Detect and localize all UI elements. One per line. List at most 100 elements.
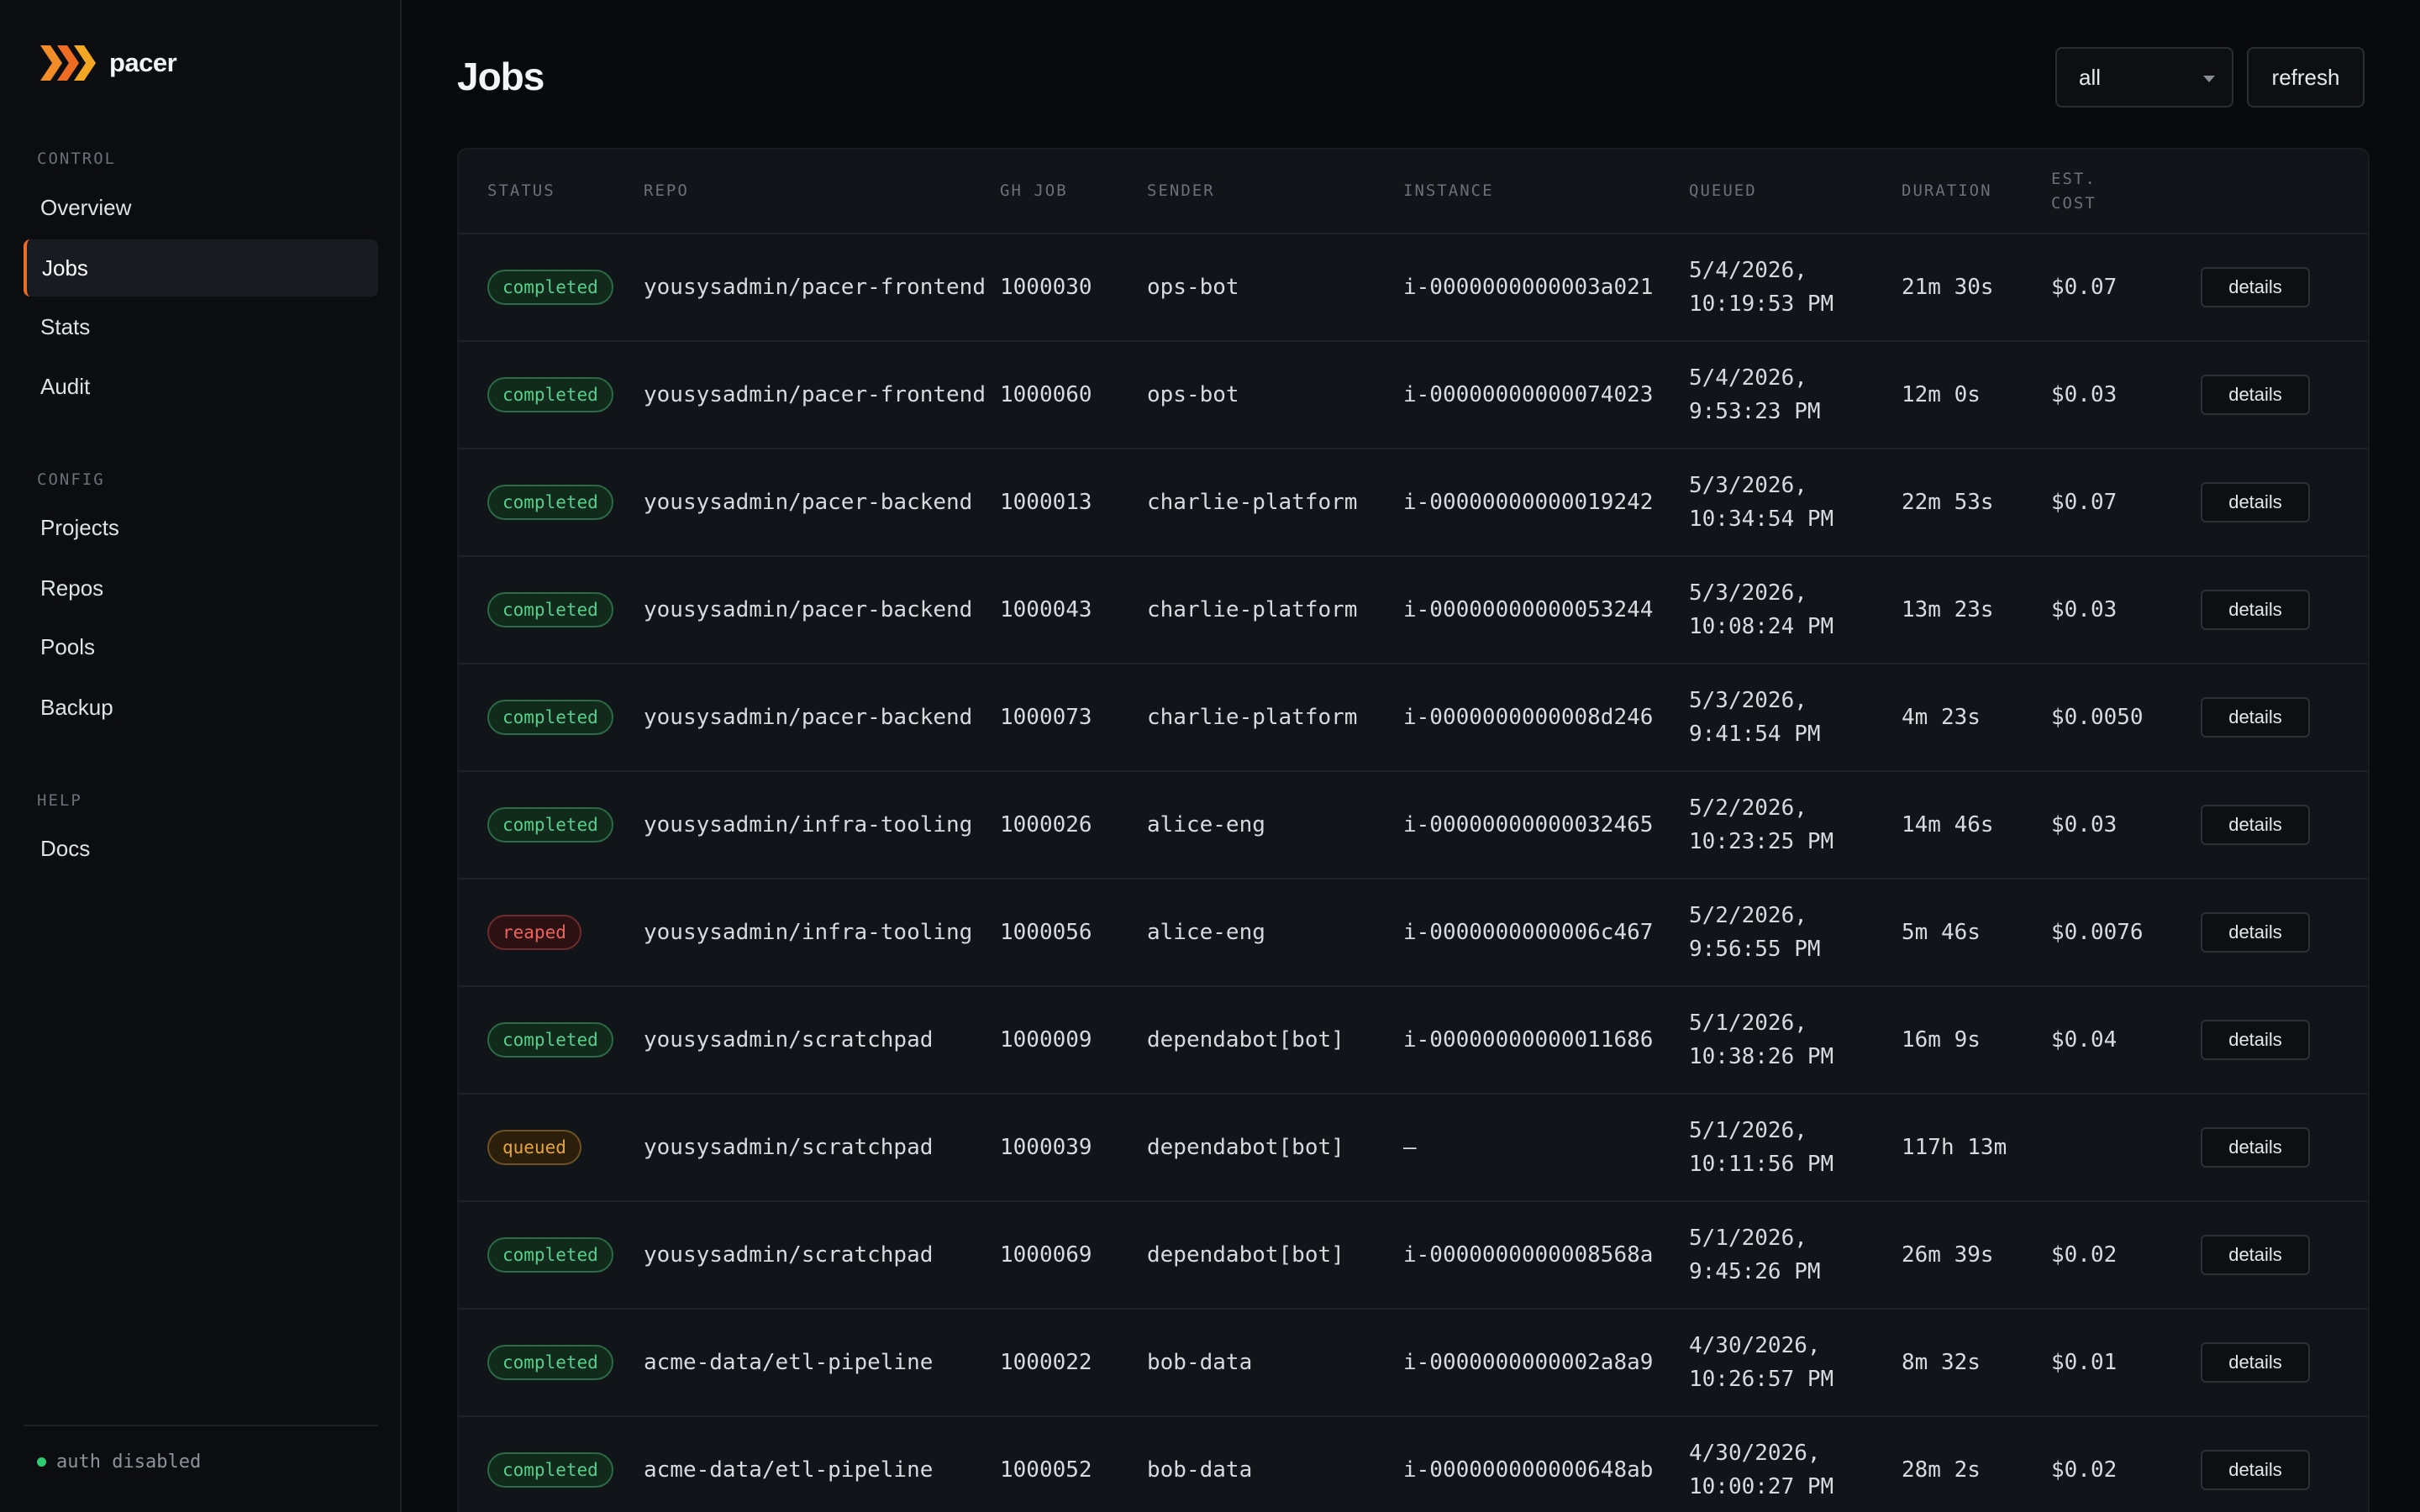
status-badge: completed [487,1452,613,1488]
duration-cell-text: 26m 39s [1902,1242,1994,1268]
nav-item-pools[interactable]: Pools [24,618,378,675]
status-badge: completed [487,1237,613,1273]
repo-cell-text: yousysadmin/pacer-backend [644,490,973,515]
queued-cell: 4/30/2026, 10:00:27 PM [1689,1416,1902,1512]
column-header-est-cost-label: EST. COST [2051,169,2096,213]
details-button[interactable]: details [2201,912,2310,953]
sender-cell: charlie-platform [1147,449,1403,557]
duration-cell: 13m 23s [1902,556,2051,664]
duration-cell-text: 8m 32s [1902,1350,1981,1375]
jobs-table: STATUS REPO GH JOB SENDER INSTANCE QUEUE… [459,150,2368,1512]
status-badge: completed [487,270,613,305]
table-header-row: STATUS REPO GH JOB SENDER INSTANCE QUEUE… [459,150,2368,234]
gh-job-cell-text: 1000022 [1000,1350,1092,1375]
cost-cell-text: $0.02 [2051,1457,2118,1483]
nav-item-overview[interactable]: Overview [24,179,378,236]
repo-cell: yousysadmin/scratchpad [644,1201,1000,1310]
nav-item-audit[interactable]: Audit [24,358,378,415]
gh-job-cell-text: 1000039 [1000,1135,1092,1160]
repo-cell: yousysadmin/pacer-backend [644,556,1000,664]
nav-item-stats[interactable]: Stats [24,298,378,355]
action-cell: details [2201,986,2368,1095]
details-button[interactable]: details [2201,1127,2310,1168]
queued-cell: 5/3/2026, 9:41:54 PM [1689,664,1902,772]
repo-cell: yousysadmin/infra-tooling [644,879,1000,987]
details-button[interactable]: details [2201,590,2310,630]
repo-cell-text: acme-data/etl-pipeline [644,1350,934,1375]
instance-cell: i-00000000000032465 [1403,771,1689,879]
duration-cell: 12m 0s [1902,341,2051,449]
gh-job-cell-text: 1000026 [1000,812,1092,837]
repo-cell: yousysadmin/pacer-backend [644,664,1000,772]
sender-cell: alice-eng [1147,879,1403,987]
queued-cell: 5/4/2026, 9:53:23 PM [1689,341,1902,449]
queued-cell-text: 5/2/2026, 9:56:55 PM [1689,903,1821,962]
status-dot-icon [37,1457,46,1467]
details-button[interactable]: details [2201,1342,2310,1383]
gh-job-cell: 1000030 [1000,234,1147,342]
nav-item-projects[interactable]: Projects [24,499,378,556]
instance-cell: i-0000000000006c467 [1403,879,1689,987]
sender-cell-text: ops-bot [1147,382,1239,407]
column-header-repo: REPO [644,150,1000,234]
details-button[interactable]: details [2201,1450,2310,1490]
column-header-queued: QUEUED [1689,150,1902,234]
duration-cell-text: 28m 2s [1902,1457,1981,1483]
sender-cell-text: dependabot[bot] [1147,1027,1344,1053]
details-button[interactable]: details [2201,1020,2310,1060]
details-button[interactable]: details [2201,482,2310,522]
cost-cell-text: $0.0076 [2051,920,2144,945]
instance-cell-text: i-00000000000053244 [1403,597,1654,622]
queued-cell: 5/3/2026, 10:34:54 PM [1689,449,1902,557]
action-cell: details [2201,1094,2368,1202]
nav-item-repos[interactable]: Repos [24,559,378,617]
duration-cell: 8m 32s [1902,1309,2051,1417]
instance-cell-text: i-0000000000002a8a9 [1403,1350,1654,1375]
table-row: reaped yousysadmin/infra-tooling 1000056 al… [459,879,2368,987]
sender-cell-text: alice-eng [1147,920,1265,945]
repo-cell-text: yousysadmin/pacer-frontend [644,382,986,407]
nav-item-backup[interactable]: Backup [24,679,378,736]
sender-cell-text: charlie-platform [1147,490,1358,515]
duration-cell: 117h 13m [1902,1094,2051,1202]
jobs-table-body: completed yousysadmin/pacer-frontend 10000… [459,234,2368,1512]
repo-cell-text: yousysadmin/infra-tooling [644,812,973,837]
table-row: completed yousysadmin/pacer-frontend 10000… [459,341,2368,449]
repo-cell-text: yousysadmin/scratchpad [644,1242,934,1268]
status-cell: completed [459,771,644,879]
details-button[interactable]: details [2201,805,2310,845]
duration-cell: 4m 23s [1902,664,2051,772]
queued-cell-text: 5/3/2026, 9:41:54 PM [1689,688,1821,747]
repo-cell: yousysadmin/scratchpad [644,986,1000,1095]
instance-cell-text: i-0000000000008d246 [1403,705,1654,730]
duration-cell-text: 22m 53s [1902,490,1994,515]
status-badge: completed [487,592,613,627]
queued-cell-text: 5/4/2026, 10:19:53 PM [1689,258,1834,317]
table-row: completed yousysadmin/pacer-backend 100004… [459,556,2368,664]
cost-cell: $0.07 [2051,234,2201,342]
gh-job-cell: 1000060 [1000,341,1147,449]
nav-item-jobs[interactable]: Jobs [24,239,378,297]
instance-cell: i-00000000000053244 [1403,556,1689,664]
action-cell: details [2201,1309,2368,1417]
queued-cell-text: 5/1/2026, 9:45:26 PM [1689,1226,1821,1284]
duration-cell-text: 4m 23s [1902,705,1981,730]
gh-job-cell: 1000069 [1000,1201,1147,1310]
details-button[interactable]: details [2201,697,2310,738]
nav-item-docs[interactable]: Docs [24,820,378,877]
gh-job-cell-text: 1000043 [1000,597,1092,622]
action-cell: details [2201,234,2368,342]
instance-cell-text: i-00000000000032465 [1403,812,1654,837]
status-cell: completed [459,1201,644,1310]
details-button[interactable]: details [2201,1235,2310,1275]
refresh-button[interactable]: refresh [2247,47,2365,108]
queued-cell: 5/2/2026, 10:23:25 PM [1689,771,1902,879]
repo-cell-text: yousysadmin/pacer-backend [644,705,973,730]
brand[interactable]: pacer [40,42,177,84]
details-button[interactable]: details [2201,375,2310,415]
details-button[interactable]: details [2201,267,2310,307]
status-filter-select[interactable]: all [2055,47,2233,108]
queued-cell: 5/3/2026, 10:08:24 PM [1689,556,1902,664]
status-cell: completed [459,986,644,1095]
jobs-table-card: STATUS REPO GH JOB SENDER INSTANCE QUEUE… [457,148,2370,1512]
